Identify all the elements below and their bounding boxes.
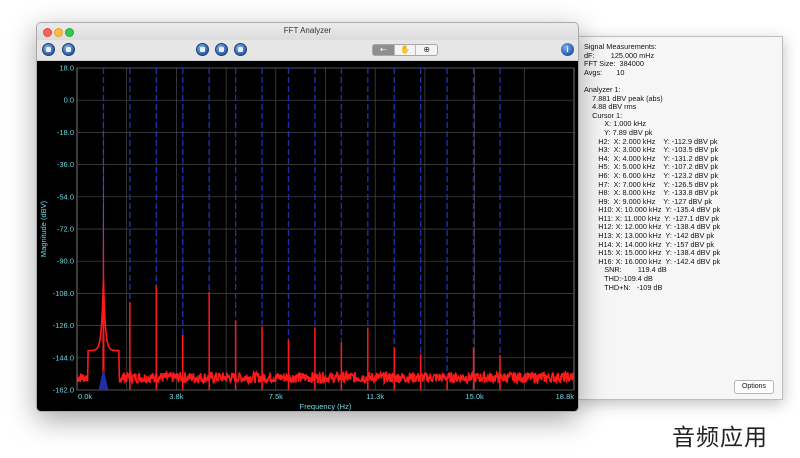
- toolbar: ⇠ ✋ ⊕ i: [37, 40, 578, 61]
- y-tick-label: -108.0: [53, 289, 74, 298]
- measurement-line: Avgs: 10: [584, 67, 625, 77]
- signal-measurements-panel: Signal Measurements: dF: 125.000 mHz FFT S…: [577, 36, 783, 400]
- hand-icon[interactable]: ✋: [395, 45, 417, 55]
- settings-icon[interactable]: [42, 43, 55, 56]
- y-axis-label: Magnitude (dBV): [39, 200, 48, 257]
- window-title: FFT Analyzer: [283, 26, 332, 35]
- fft-chart[interactable]: 18.0 0.0 -18.0 -36.0 -54.0 -72.0 -90.0 -108.0 -1…: [37, 61, 578, 411]
- y-tick-label: -36.0: [57, 160, 74, 169]
- y-tick-label: -54.0: [57, 192, 74, 201]
- info-icon[interactable]: i: [561, 43, 574, 56]
- fft-plot[interactable]: 18.0 0.0 -18.0 -36.0 -54.0 -72.0 -90.0 -108.0 -1…: [37, 61, 578, 411]
- cursor-mode-segmented-control: ⇠ ✋ ⊕: [372, 44, 438, 56]
- x-tick-label: 18.8k: [556, 392, 575, 401]
- title-bar[interactable]: FFT Analyzer: [37, 23, 578, 41]
- y-tick-label: -126.0: [53, 321, 74, 330]
- y-tick-label: 18.0: [59, 64, 74, 73]
- measurements-text: Signal Measurements: dF: 125.000 mHz FFT S…: [584, 42, 720, 292]
- x-tick-label: 15.0k: [465, 392, 484, 401]
- y-tick-label: -90.0: [57, 257, 74, 266]
- x-axis-label: Frequency (Hz): [300, 402, 352, 411]
- y-tick-label: -18.0: [57, 128, 74, 137]
- y-tick-label: -162.0: [53, 386, 74, 395]
- magnifier-icon[interactable]: ⊕: [416, 45, 437, 55]
- analyze-icon[interactable]: [234, 43, 247, 56]
- options-button[interactable]: Options: [734, 380, 774, 394]
- arrow-icon[interactable]: ⇠: [373, 45, 395, 55]
- export-icon[interactable]: [62, 43, 75, 56]
- x-tick-label: 3.8k: [169, 392, 183, 401]
- y-tick-label: -144.0: [53, 353, 74, 362]
- fft-analyzer-window: FFT Analyzer ⇠ ✋ ⊕ i 18.0 0.0 -18.0 -36.0 -5…: [36, 22, 579, 412]
- measurement-line: THD+N: -109 dB: [584, 282, 663, 292]
- record-icon[interactable]: [215, 43, 228, 56]
- stop-icon[interactable]: [196, 43, 209, 56]
- x-tick-label: 7.5k: [269, 392, 283, 401]
- y-tick-label: -72.0: [57, 225, 74, 234]
- x-tick-label: 11.3k: [366, 392, 384, 401]
- x-tick-label: 0.0k: [78, 392, 92, 401]
- y-tick-label: 0.0: [64, 96, 74, 105]
- watermark: 音频应用: [672, 425, 768, 451]
